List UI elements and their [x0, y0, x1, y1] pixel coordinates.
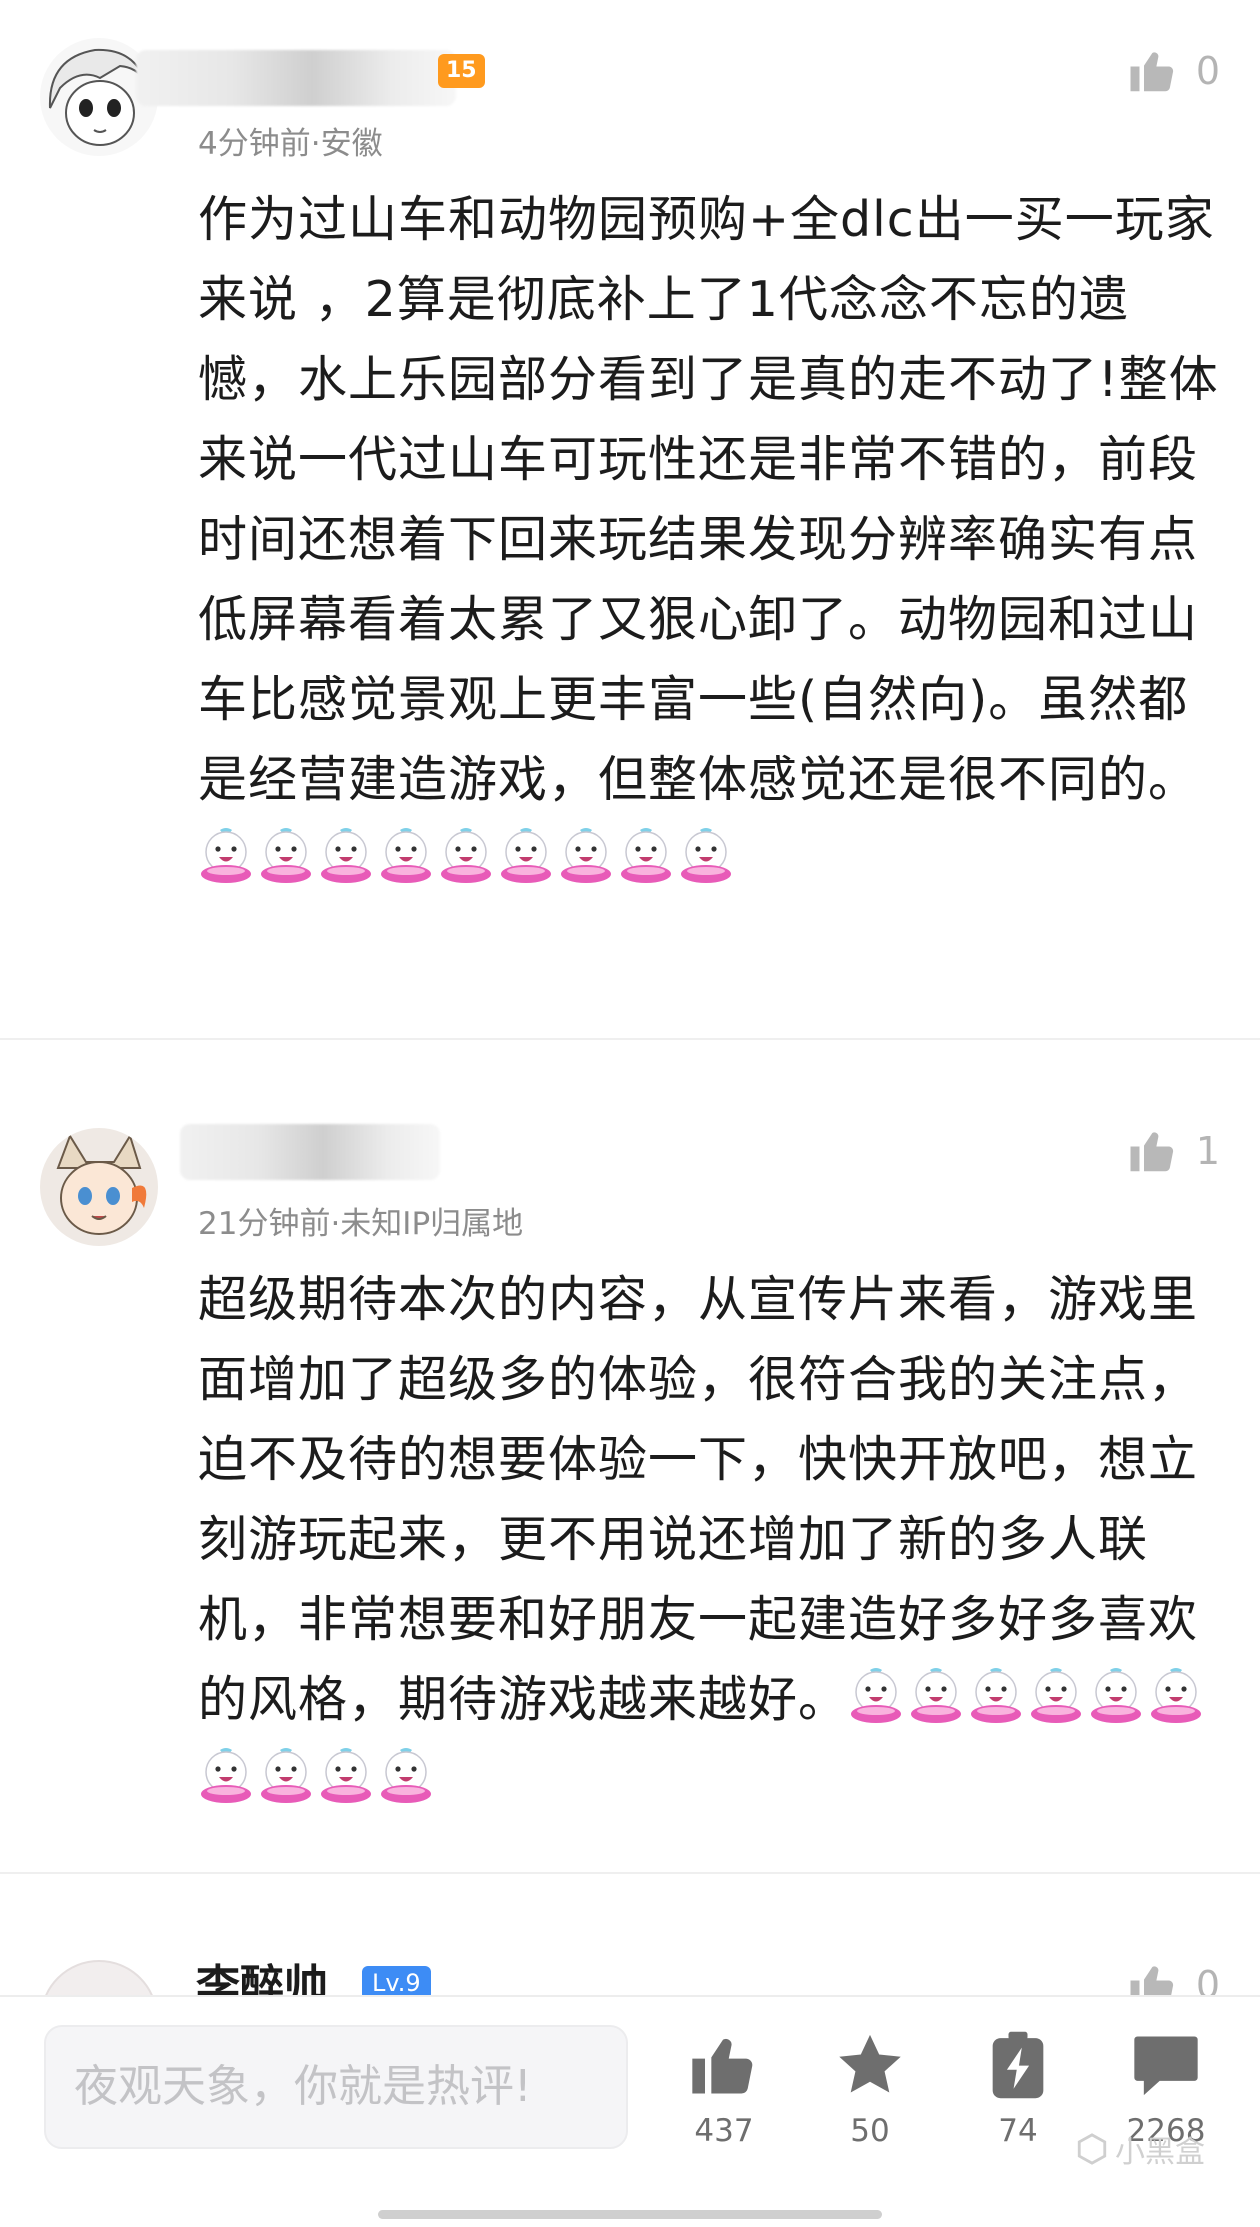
- pink-face-emoji-icon: [201, 828, 251, 883]
- like-button[interactable]: 0: [1126, 1958, 1220, 1995]
- comment-meta: 21分钟前·未知IP归属地: [198, 1206, 524, 1242]
- watermark-text: 小黑盒: [1115, 2135, 1205, 2170]
- like-count: 437: [694, 2113, 754, 2149]
- username[interactable]: 李醉帅: [196, 1950, 328, 1995]
- thumbs-up-icon: [1130, 1132, 1173, 1172]
- watermark: 小黑盒: [1075, 2127, 1205, 2171]
- xiaoheihe-logo-icon: [1077, 2133, 1107, 2165]
- like-button[interactable]: 0: [1126, 44, 1220, 98]
- like-article-button[interactable]: 437: [664, 2027, 784, 2149]
- avatar[interactable]: [40, 1128, 158, 1246]
- pink-face-emoji-icon: [911, 1668, 962, 1723]
- comment-text-content: 作为过山车和动物园预购+全dlc出一买一玩家来说 ，2算是彻底补上了1代念念不忘…: [198, 191, 1219, 808]
- pink-face-emoji-icon: [381, 828, 431, 883]
- pink-face-emoji-icon: [501, 828, 551, 883]
- like-count: 1: [1195, 1129, 1220, 1173]
- pink-face-emoji-icon: [381, 1748, 431, 1803]
- emoji-group: [198, 828, 738, 888]
- comment-meta: 4分钟前·安徽: [198, 126, 383, 162]
- level-badge: 15: [438, 54, 485, 88]
- like-count: 0: [1195, 49, 1220, 93]
- comment-feed: 15 4分钟前·安徽 0 作为过山车和动物园预购+全dlc出一买一玩家来说 ，2…: [0, 0, 1260, 1995]
- favorite-count: 50: [850, 2113, 890, 2149]
- username-blurred[interactable]: [136, 50, 456, 106]
- pink-face-emoji-icon: [1031, 1668, 1082, 1723]
- like-button[interactable]: 1: [1126, 1124, 1220, 1178]
- pink-face-emoji-icon: [261, 828, 311, 883]
- username-blurred[interactable]: [180, 1124, 440, 1180]
- thumbs-up-icon: [1130, 1966, 1173, 1995]
- comment-input[interactable]: 夜观天象，你就是热评!: [44, 2025, 628, 2149]
- comment-item: 15 4分钟前·安徽 0 作为过山车和动物园预购+全dlc出一买一玩家来说 ，2…: [0, 0, 1260, 1040]
- comment-bubble-icon: [1134, 2036, 1198, 2096]
- home-indicator: [378, 2210, 882, 2219]
- pink-face-emoji-icon: [851, 1668, 902, 1723]
- thumbs-up-icon: [692, 2038, 753, 2094]
- level-badge: Lv.9: [362, 1966, 431, 1995]
- pink-face-emoji-icon: [321, 828, 371, 883]
- charge-button[interactable]: 74: [958, 2027, 1078, 2149]
- pink-face-emoji-icon: [261, 1748, 311, 1803]
- thumbs-up-icon: [1130, 52, 1173, 92]
- comment-item: 21分钟前·未知IP归属地 1 超级期待本次的内容，从宣传片来看，游戏里面增加了…: [0, 1040, 1260, 1872]
- comment-text-content: 超级期待本次的内容，从宣传片来看，游戏里面增加了超级多的体验，很符合我的关注点，…: [198, 1271, 1199, 1728]
- pink-face-emoji-icon: [971, 1668, 1022, 1723]
- comment-text: 超级期待本次的内容，从宣传片来看，游戏里面增加了超级多的体验，很符合我的关注点，…: [198, 1260, 1228, 1820]
- pink-face-emoji-icon: [321, 1748, 371, 1803]
- pink-face-emoji-icon: [441, 828, 491, 883]
- pink-face-emoji-icon: [561, 828, 611, 883]
- pink-face-emoji-icon: [201, 1748, 251, 1803]
- avatar[interactable]: [40, 1960, 158, 1995]
- pink-face-emoji-icon: [681, 828, 731, 883]
- pink-face-emoji-icon: [1151, 1668, 1202, 1723]
- charge-count: 74: [998, 2113, 1038, 2149]
- pink-face-emoji-icon: [1091, 1668, 1142, 1723]
- favorite-button[interactable]: 50: [810, 2027, 930, 2149]
- pink-face-emoji-icon: [621, 828, 671, 883]
- star-icon: [839, 2034, 901, 2093]
- battery-charge-icon: [992, 2031, 1044, 2099]
- bottom-action-bar: 夜观天象，你就是热评! 437 50 74 2268 小黑盒: [0, 1995, 1260, 2227]
- comment-text: 作为过山车和动物园预购+全dlc出一买一玩家来说 ，2算是彻底补上了1代念念不忘…: [198, 180, 1228, 900]
- like-count: 0: [1195, 1963, 1220, 1995]
- comment-item: 李醉帅 Lv.9 0: [0, 1874, 1260, 1995]
